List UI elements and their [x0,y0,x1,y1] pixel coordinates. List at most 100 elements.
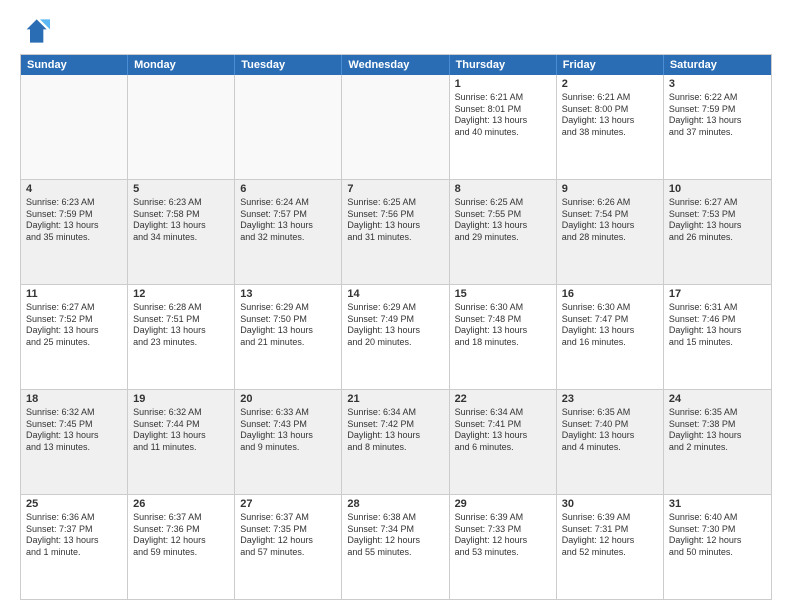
cell-text-line: Sunset: 8:00 PM [562,104,658,116]
day-number: 15 [455,288,551,300]
cell-text-line: Sunrise: 6:37 AM [133,512,229,524]
cell-text-line: Sunset: 7:51 PM [133,314,229,326]
cell-text-line: and 18 minutes. [455,337,551,349]
cell-text-line: Sunrise: 6:39 AM [455,512,551,524]
cell-text-line: Sunrise: 6:35 AM [562,407,658,419]
cell-text-line: Daylight: 12 hours [240,535,336,547]
cal-cell-1-3: 7Sunrise: 6:25 AMSunset: 7:56 PMDaylight… [342,180,449,284]
cell-text-line: Sunrise: 6:40 AM [669,512,766,524]
cal-cell-3-0: 18Sunrise: 6:32 AMSunset: 7:45 PMDayligh… [21,390,128,494]
day-number: 29 [455,498,551,510]
day-number: 14 [347,288,443,300]
cal-cell-2-1: 12Sunrise: 6:28 AMSunset: 7:51 PMDayligh… [128,285,235,389]
cell-text-line: Daylight: 13 hours [347,430,443,442]
logo-icon [20,16,50,46]
day-number: 28 [347,498,443,510]
calendar-header: SundayMondayTuesdayWednesdayThursdayFrid… [21,55,771,75]
cell-text-line: Daylight: 13 hours [133,430,229,442]
cell-text-line: Sunset: 7:31 PM [562,524,658,536]
cell-text-line: Sunset: 7:37 PM [26,524,122,536]
day-number: 31 [669,498,766,510]
cell-text-line: Daylight: 13 hours [669,430,766,442]
calendar-row-3: 18Sunrise: 6:32 AMSunset: 7:45 PMDayligh… [21,390,771,495]
cell-text-line: Sunrise: 6:32 AM [133,407,229,419]
day-number: 19 [133,393,229,405]
cell-text-line: Daylight: 13 hours [455,325,551,337]
cell-text-line: Daylight: 13 hours [669,325,766,337]
cal-cell-2-2: 13Sunrise: 6:29 AMSunset: 7:50 PMDayligh… [235,285,342,389]
day-number: 8 [455,183,551,195]
cell-text-line: Sunrise: 6:32 AM [26,407,122,419]
cell-text-line: Daylight: 13 hours [133,325,229,337]
cal-cell-2-4: 15Sunrise: 6:30 AMSunset: 7:48 PMDayligh… [450,285,557,389]
day-number: 26 [133,498,229,510]
day-number: 16 [562,288,658,300]
calendar-body: 1Sunrise: 6:21 AMSunset: 8:01 PMDaylight… [21,75,771,599]
cell-text-line: Sunset: 7:30 PM [669,524,766,536]
cell-text-line: and 57 minutes. [240,547,336,559]
calendar-row-1: 4Sunrise: 6:23 AMSunset: 7:59 PMDaylight… [21,180,771,285]
cal-cell-4-3: 28Sunrise: 6:38 AMSunset: 7:34 PMDayligh… [342,495,449,599]
cell-text-line: Sunset: 7:55 PM [455,209,551,221]
cell-text-line: and 26 minutes. [669,232,766,244]
cell-text-line: Daylight: 13 hours [347,220,443,232]
cell-text-line: and 37 minutes. [669,127,766,139]
cell-text-line: Sunrise: 6:29 AM [347,302,443,314]
logo [20,16,54,46]
day-number: 21 [347,393,443,405]
day-number: 1 [455,78,551,90]
cell-text-line: and 28 minutes. [562,232,658,244]
cell-text-line: Sunset: 7:59 PM [669,104,766,116]
cell-text-line: Sunrise: 6:23 AM [26,197,122,209]
day-number: 17 [669,288,766,300]
cell-text-line: Daylight: 12 hours [562,535,658,547]
cell-text-line: Sunset: 7:43 PM [240,419,336,431]
day-number: 10 [669,183,766,195]
cell-text-line: and 53 minutes. [455,547,551,559]
cell-text-line: Daylight: 13 hours [26,325,122,337]
day-number: 20 [240,393,336,405]
cell-text-line: and 29 minutes. [455,232,551,244]
cal-cell-3-2: 20Sunrise: 6:33 AMSunset: 7:43 PMDayligh… [235,390,342,494]
cell-text-line: Sunset: 7:58 PM [133,209,229,221]
day-number: 23 [562,393,658,405]
cell-text-line: Sunset: 7:48 PM [455,314,551,326]
day-number: 6 [240,183,336,195]
cell-text-line: and 21 minutes. [240,337,336,349]
cell-text-line: and 20 minutes. [347,337,443,349]
cell-text-line: Daylight: 13 hours [562,220,658,232]
cell-text-line: Sunrise: 6:36 AM [26,512,122,524]
cell-text-line: Sunset: 7:49 PM [347,314,443,326]
cal-cell-3-5: 23Sunrise: 6:35 AMSunset: 7:40 PMDayligh… [557,390,664,494]
cal-cell-0-1 [128,75,235,179]
cell-text-line: Sunrise: 6:29 AM [240,302,336,314]
cell-text-line: Daylight: 13 hours [669,220,766,232]
cell-text-line: and 16 minutes. [562,337,658,349]
day-number: 3 [669,78,766,90]
cal-cell-1-6: 10Sunrise: 6:27 AMSunset: 7:53 PMDayligh… [664,180,771,284]
cal-cell-1-0: 4Sunrise: 6:23 AMSunset: 7:59 PMDaylight… [21,180,128,284]
day-number: 24 [669,393,766,405]
cell-text-line: Sunset: 7:47 PM [562,314,658,326]
cal-cell-2-0: 11Sunrise: 6:27 AMSunset: 7:52 PMDayligh… [21,285,128,389]
cell-text-line: Daylight: 13 hours [26,430,122,442]
cell-text-line: and 4 minutes. [562,442,658,454]
cal-cell-0-3 [342,75,449,179]
cell-text-line: Sunset: 7:54 PM [562,209,658,221]
cal-cell-1-5: 9Sunrise: 6:26 AMSunset: 7:54 PMDaylight… [557,180,664,284]
header-day-friday: Friday [557,55,664,75]
cell-text-line: Sunset: 7:33 PM [455,524,551,536]
cell-text-line: Daylight: 13 hours [669,115,766,127]
cell-text-line: Daylight: 13 hours [240,220,336,232]
cell-text-line: and 59 minutes. [133,547,229,559]
page: SundayMondayTuesdayWednesdayThursdayFrid… [0,0,792,612]
cal-cell-1-2: 6Sunrise: 6:24 AMSunset: 7:57 PMDaylight… [235,180,342,284]
cell-text-line: Sunrise: 6:25 AM [455,197,551,209]
cell-text-line: Sunset: 7:40 PM [562,419,658,431]
day-number: 4 [26,183,122,195]
cell-text-line: and 8 minutes. [347,442,443,454]
cal-cell-1-4: 8Sunrise: 6:25 AMSunset: 7:55 PMDaylight… [450,180,557,284]
day-number: 2 [562,78,658,90]
day-number: 13 [240,288,336,300]
cell-text-line: Sunset: 8:01 PM [455,104,551,116]
